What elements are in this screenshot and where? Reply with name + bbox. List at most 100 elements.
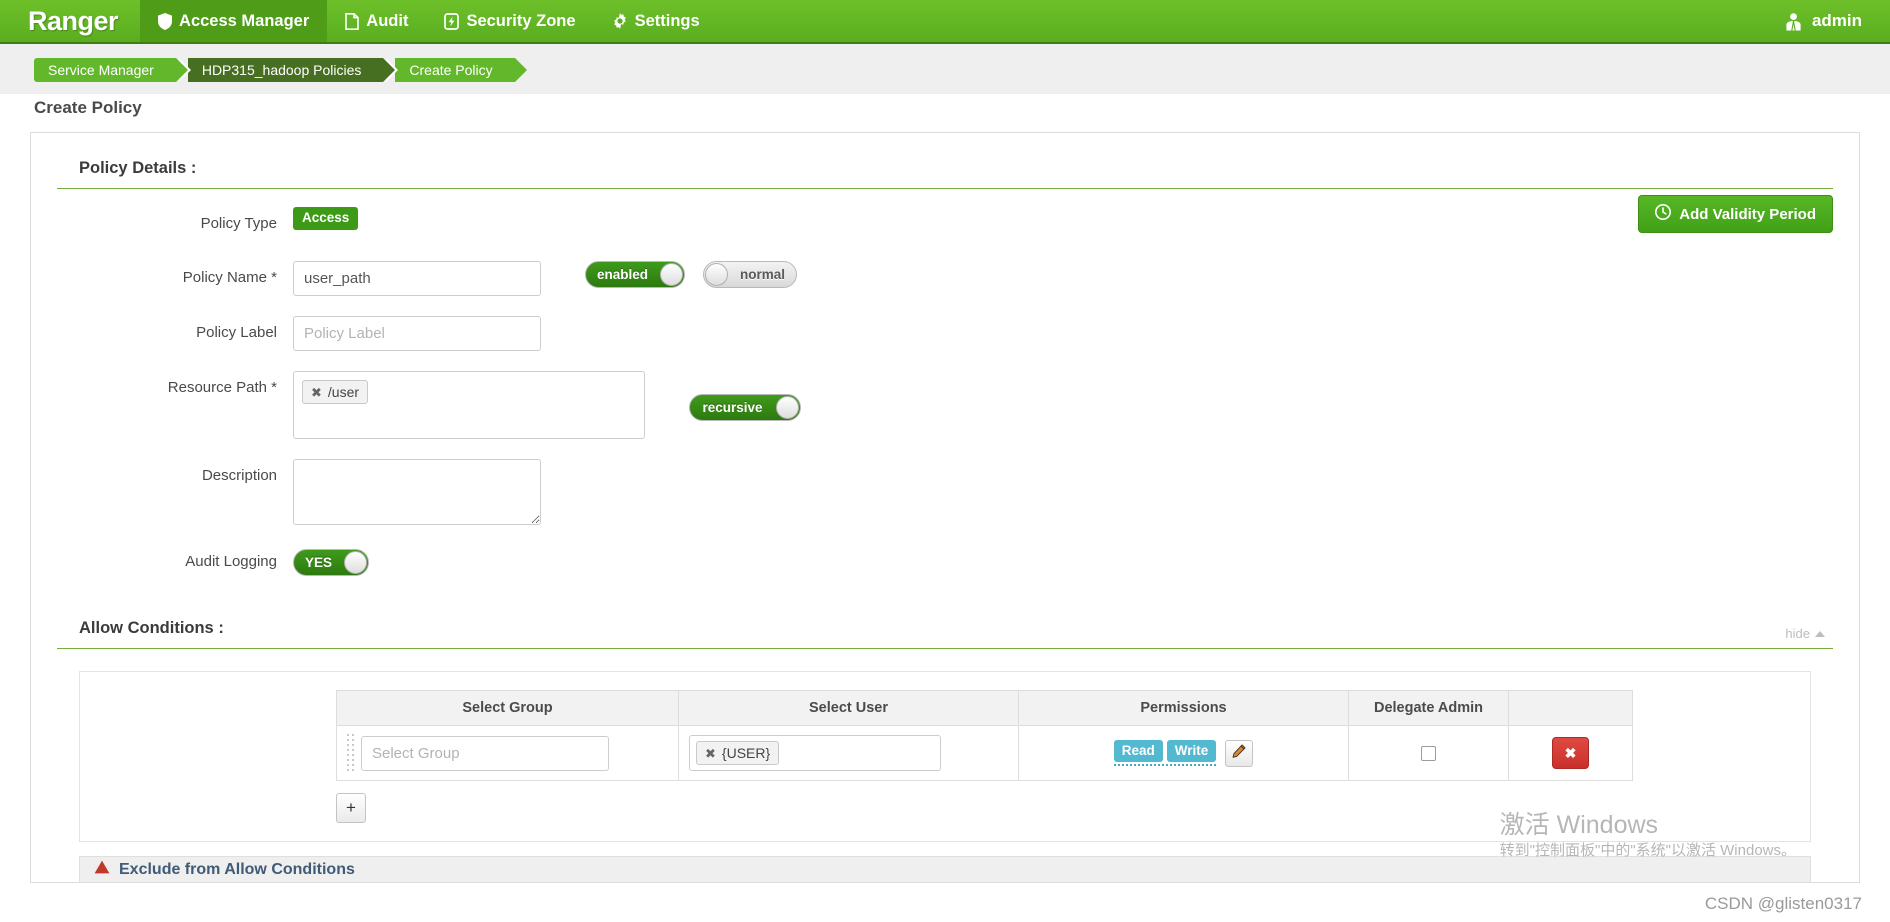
permission-badge-read: Read bbox=[1113, 739, 1163, 763]
policy-label-input[interactable] bbox=[293, 316, 541, 351]
allow-conditions-table: Select Group Select User Permissions Del… bbox=[336, 690, 1633, 781]
allow-conditions-heading: Allow Conditions : hide bbox=[57, 615, 1833, 649]
table-row: ✖ {USER} Read Write bbox=[336, 725, 1633, 781]
user-menu[interactable]: admin bbox=[1756, 0, 1890, 42]
nav-item-audit[interactable]: Audit bbox=[327, 0, 426, 42]
col-header-permissions: Permissions bbox=[1018, 690, 1349, 726]
resource-path-toggles: recursive bbox=[689, 394, 801, 421]
nav-label-settings: Settings bbox=[634, 11, 700, 30]
create-policy-panel: Policy Details : Add Validity Period Pol… bbox=[30, 132, 1860, 883]
breadcrumb-item-service-manager[interactable]: Service Manager bbox=[34, 58, 191, 82]
resource-path-label: Resource Path * bbox=[167, 379, 277, 396]
user-name: admin bbox=[1811, 11, 1862, 30]
allow-conditions-hide-link[interactable]: hide bbox=[1785, 626, 1825, 641]
close-icon[interactable]: ✖ bbox=[705, 747, 716, 760]
hide-label: hide bbox=[1785, 626, 1810, 641]
col-header-select-user: Select User bbox=[678, 690, 1019, 726]
allow-conditions-body: Select Group Select User Permissions Del… bbox=[57, 649, 1833, 882]
chevron-up-icon bbox=[1815, 630, 1825, 637]
nav-item-settings[interactable]: Settings bbox=[594, 0, 718, 42]
allow-conditions-box: Select Group Select User Permissions Del… bbox=[79, 671, 1811, 842]
drag-handle-icon[interactable] bbox=[347, 734, 357, 772]
form-row-policy-label: Policy Label bbox=[57, 306, 1833, 361]
resource-path-input[interactable]: ✖ /user bbox=[293, 371, 645, 439]
permission-badges: Read Write bbox=[1113, 739, 1217, 767]
toggle-knob bbox=[705, 263, 729, 286]
close-icon[interactable]: ✖ bbox=[311, 386, 322, 399]
form-row-policy-name: Policy Name * enabled normal bbox=[57, 251, 1833, 306]
form-row-audit-logging: Audit Logging YES bbox=[57, 535, 1833, 589]
nav-label-security-zone: Security Zone bbox=[466, 11, 576, 30]
col-header-delegate-admin: Delegate Admin bbox=[1348, 690, 1509, 726]
resource-path-tag[interactable]: ✖ /user bbox=[302, 380, 369, 404]
add-condition-row-button[interactable]: + bbox=[336, 793, 366, 823]
policy-name-input[interactable] bbox=[293, 261, 541, 296]
resource-path-tag-label: /user bbox=[327, 384, 360, 400]
toggle-knob bbox=[776, 396, 799, 419]
cell-permissions: Read Write bbox=[1018, 725, 1349, 781]
shield-icon bbox=[158, 12, 173, 30]
breadcrumb-item-create-policy[interactable]: Create Policy bbox=[395, 58, 527, 82]
col-header-select-group: Select Group bbox=[336, 690, 679, 726]
breadcrumb-label: HDP315_hadoop Policies bbox=[201, 62, 362, 78]
file-icon bbox=[345, 12, 360, 30]
plus-icon: + bbox=[346, 798, 356, 817]
bolt-icon bbox=[444, 12, 460, 30]
policy-override-toggle-label: normal bbox=[740, 267, 786, 282]
close-icon: ✖ bbox=[1564, 744, 1577, 761]
breadcrumb-label: Service Manager bbox=[48, 62, 154, 78]
page-root: Ranger Access Manager Audit Security Zon… bbox=[0, 0, 1890, 922]
csdn-watermark: CSDN @glisten0317 bbox=[1704, 894, 1862, 913]
policy-type-label: Policy Type bbox=[200, 215, 277, 232]
nav-label-access-manager: Access Manager bbox=[179, 11, 310, 30]
nav-item-access-manager[interactable]: Access Manager bbox=[140, 0, 328, 42]
policy-details-heading: Policy Details : bbox=[57, 155, 1833, 189]
nav-item-security-zone[interactable]: Security Zone bbox=[426, 0, 593, 42]
exclude-from-allow-conditions-header[interactable]: Exclude from Allow Conditions bbox=[79, 856, 1811, 882]
user-icon bbox=[1784, 12, 1803, 31]
audit-logging-toggle[interactable]: YES bbox=[293, 549, 370, 576]
breadcrumb-label: Create Policy bbox=[409, 62, 493, 78]
select-user-tag[interactable]: ✖ {USER} bbox=[696, 741, 780, 765]
form-row-resource-path: Resource Path * ✖ /user recursive bbox=[57, 361, 1833, 449]
cell-delegate-admin bbox=[1348, 725, 1509, 781]
policy-label-label: Policy Label bbox=[196, 324, 277, 341]
policy-name-label: Policy Name * bbox=[182, 269, 277, 286]
select-group-input[interactable] bbox=[361, 735, 609, 771]
gear-icon bbox=[612, 13, 628, 29]
exclude-panel-label: Exclude from Allow Conditions bbox=[119, 860, 355, 878]
policy-type-badge: Access bbox=[293, 207, 359, 230]
policy-enabled-toggle[interactable]: enabled bbox=[585, 261, 686, 288]
toggle-knob bbox=[344, 551, 368, 574]
select-user-tag-label: {USER} bbox=[721, 745, 771, 761]
breadcrumb-item-policies[interactable]: HDP315_hadoop Policies bbox=[187, 58, 398, 82]
edit-permissions-button[interactable] bbox=[1225, 739, 1254, 767]
audit-logging-label: Audit Logging bbox=[185, 553, 277, 570]
form-row-description: Description bbox=[57, 449, 1833, 535]
policy-override-toggle[interactable]: normal bbox=[703, 261, 798, 288]
table-header-row: Select Group Select User Permissions Del… bbox=[336, 690, 1633, 726]
warning-icon bbox=[94, 860, 110, 879]
recursive-toggle-label: recursive bbox=[702, 400, 763, 415]
form-row-policy-type: Policy Type Access bbox=[57, 197, 1833, 251]
description-label: Description bbox=[201, 467, 277, 484]
cell-actions: ✖ bbox=[1508, 725, 1633, 781]
allow-conditions-heading-label: Allow Conditions : bbox=[79, 619, 224, 637]
select-user-input[interactable]: ✖ {USER} bbox=[689, 735, 941, 771]
cell-select-group bbox=[336, 725, 679, 781]
delegate-admin-checkbox[interactable] bbox=[1421, 745, 1436, 761]
policy-name-toggles: enabled normal bbox=[585, 261, 798, 288]
recursive-toggle[interactable]: recursive bbox=[689, 394, 801, 421]
top-navbar: Ranger Access Manager Audit Security Zon… bbox=[0, 0, 1890, 44]
permission-badge-write: Write bbox=[1166, 739, 1217, 763]
col-header-actions bbox=[1508, 690, 1633, 726]
breadcrumb: Service Manager HDP315_hadoop Policies C… bbox=[0, 44, 1890, 94]
brand-logo[interactable]: Ranger bbox=[0, 0, 140, 42]
toggle-knob bbox=[660, 263, 684, 286]
nav-label-audit: Audit bbox=[366, 11, 409, 30]
page-title: Create Policy bbox=[34, 98, 142, 117]
description-textarea[interactable] bbox=[293, 459, 541, 525]
delete-row-button[interactable]: ✖ bbox=[1551, 736, 1590, 770]
cell-select-user: ✖ {USER} bbox=[678, 725, 1019, 781]
audit-logging-toggle-label: YES bbox=[305, 555, 333, 570]
